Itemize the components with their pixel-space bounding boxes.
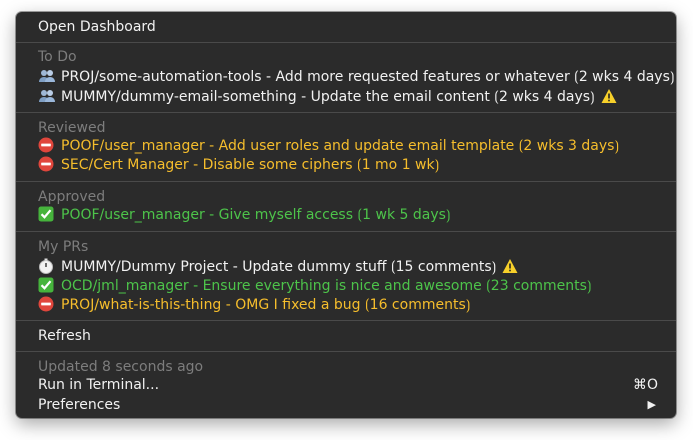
run-in-terminal-label: Run in Terminal... <box>38 377 160 393</box>
people-icon <box>38 68 56 84</box>
people-icon <box>38 88 56 104</box>
stopwatch-icon <box>38 258 56 274</box>
keyboard-shortcut: ⌘O <box>632 377 658 393</box>
separator <box>16 42 676 43</box>
my-pr-item[interactable]: MUMMY/Dummy Project - Update dummy stuff… <box>38 257 658 277</box>
section-header-approved: Approved <box>38 189 106 205</box>
approved-item-label: POOF/user_manager - Give myself access ⟮… <box>61 207 451 223</box>
section-header-todo: To Do <box>38 49 77 65</box>
warning-icon <box>502 258 518 274</box>
my-pr-item-label: OCD/jml_manager - Ensure everything is n… <box>61 278 592 294</box>
reviewed-item[interactable]: POOF/user_manager - Add user roles and u… <box>38 136 658 156</box>
todo-item-label: MUMMY/dummy-email-something - Update the… <box>61 89 595 105</box>
check-icon <box>38 206 56 222</box>
todo-item[interactable]: PROJ/some-automation-tools - Add more re… <box>38 67 675 87</box>
my-pr-item[interactable]: PROJ/what-is-this-thing - OMG I fixed a … <box>38 295 658 315</box>
section-header-reviewed: Reviewed <box>38 120 106 136</box>
preferences-label: Preferences <box>38 397 121 413</box>
reviewed-item-label: POOF/user_manager - Add user roles and u… <box>61 138 620 154</box>
todo-item[interactable]: MUMMY/dummy-email-something - Update the… <box>38 87 658 107</box>
separator <box>16 112 676 113</box>
preferences-item[interactable]: Preferences ▶ <box>38 395 658 415</box>
separator <box>16 351 676 352</box>
my-pr-item-label: PROJ/what-is-this-thing - OMG I fixed a … <box>61 297 471 313</box>
reviewed-item[interactable]: SEC/Cert Manager - Disable some ciphers … <box>38 155 658 175</box>
warning-icon <box>601 88 617 104</box>
menu: Open Dashboard To Do PROJ/some-automatio… <box>16 12 676 418</box>
reviewed-item-label: SEC/Cert Manager - Disable some ciphers … <box>61 157 440 173</box>
submenu-arrow-icon: ▶ <box>647 398 656 411</box>
my-pr-item[interactable]: OCD/jml_manager - Ensure everything is n… <box>38 276 658 296</box>
updated-status: Updated 8 seconds ago <box>38 359 204 375</box>
check-icon <box>38 277 56 293</box>
no-entry-icon <box>38 156 56 172</box>
refresh-item[interactable]: Refresh <box>38 326 658 346</box>
section-header-my-prs: My PRs <box>38 239 89 255</box>
my-pr-item-label: MUMMY/Dummy Project - Update dummy stuff… <box>61 259 497 275</box>
run-in-terminal-item[interactable]: Run in Terminal... ⌘O <box>38 375 658 395</box>
separator <box>16 231 676 232</box>
no-entry-icon <box>38 137 56 153</box>
todo-item-label: PROJ/some-automation-tools - Add more re… <box>61 69 675 85</box>
open-dashboard-item[interactable]: Open Dashboard <box>38 17 658 37</box>
no-entry-icon <box>38 296 56 312</box>
approved-item[interactable]: POOF/user_manager - Give myself access ⟮… <box>38 205 658 225</box>
separator <box>16 181 676 182</box>
separator <box>16 320 676 321</box>
